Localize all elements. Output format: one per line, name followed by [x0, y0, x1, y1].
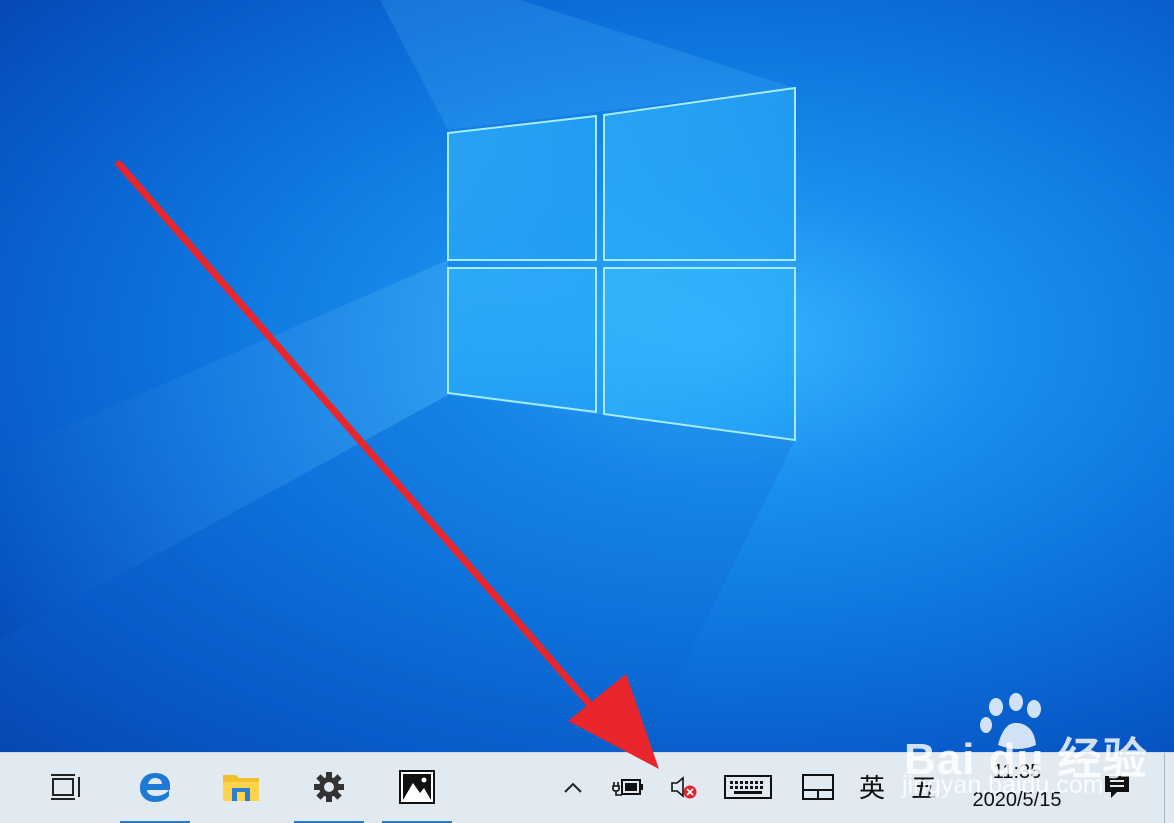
touch-keyboard-button[interactable]: [722, 753, 774, 823]
photos-taskbar-button[interactable]: [382, 753, 452, 823]
ime-mode-button[interactable]: 英: [852, 753, 892, 823]
edge-icon: [137, 769, 173, 809]
edge-taskbar-button[interactable]: [120, 753, 190, 823]
touch-keyboard-icon: [724, 774, 772, 803]
desktop-background: [0, 0, 1174, 752]
touchpad-icon: [802, 773, 834, 804]
task-view-icon: [50, 773, 82, 805]
notification-icon: [1103, 774, 1131, 804]
settings-taskbar-button[interactable]: [294, 753, 364, 823]
battery-button[interactable]: [610, 753, 646, 823]
folder-icon: [222, 771, 260, 807]
ime-mode-label: 英: [858, 773, 885, 804]
clock-button[interactable]: 11:35 2020/5/15: [958, 759, 1076, 813]
volume-muted-icon: [669, 775, 699, 803]
chevron-up-icon: [563, 779, 583, 798]
clock-date: 2020/5/15: [972, 789, 1062, 811]
ime-type-label: 五: [910, 773, 937, 804]
battery-charging-icon: [612, 776, 644, 802]
file-explorer-button[interactable]: [206, 753, 276, 823]
gear-icon: [312, 770, 346, 808]
touchpad-button[interactable]: [798, 753, 838, 823]
show-hidden-icons-button[interactable]: [558, 753, 588, 823]
wallpaper-logo: [0, 0, 796, 752]
task-view-button[interactable]: [30, 753, 102, 823]
action-center-button[interactable]: [1094, 753, 1140, 823]
clock-time: 11:35: [992, 761, 1042, 783]
volume-button[interactable]: [666, 753, 702, 823]
taskbar: 英 五 11:35 2020/5/15: [0, 752, 1174, 823]
photos-icon: [398, 769, 436, 809]
ime-type-button[interactable]: 五: [902, 753, 946, 823]
show-desktop-button[interactable]: [1164, 753, 1174, 823]
